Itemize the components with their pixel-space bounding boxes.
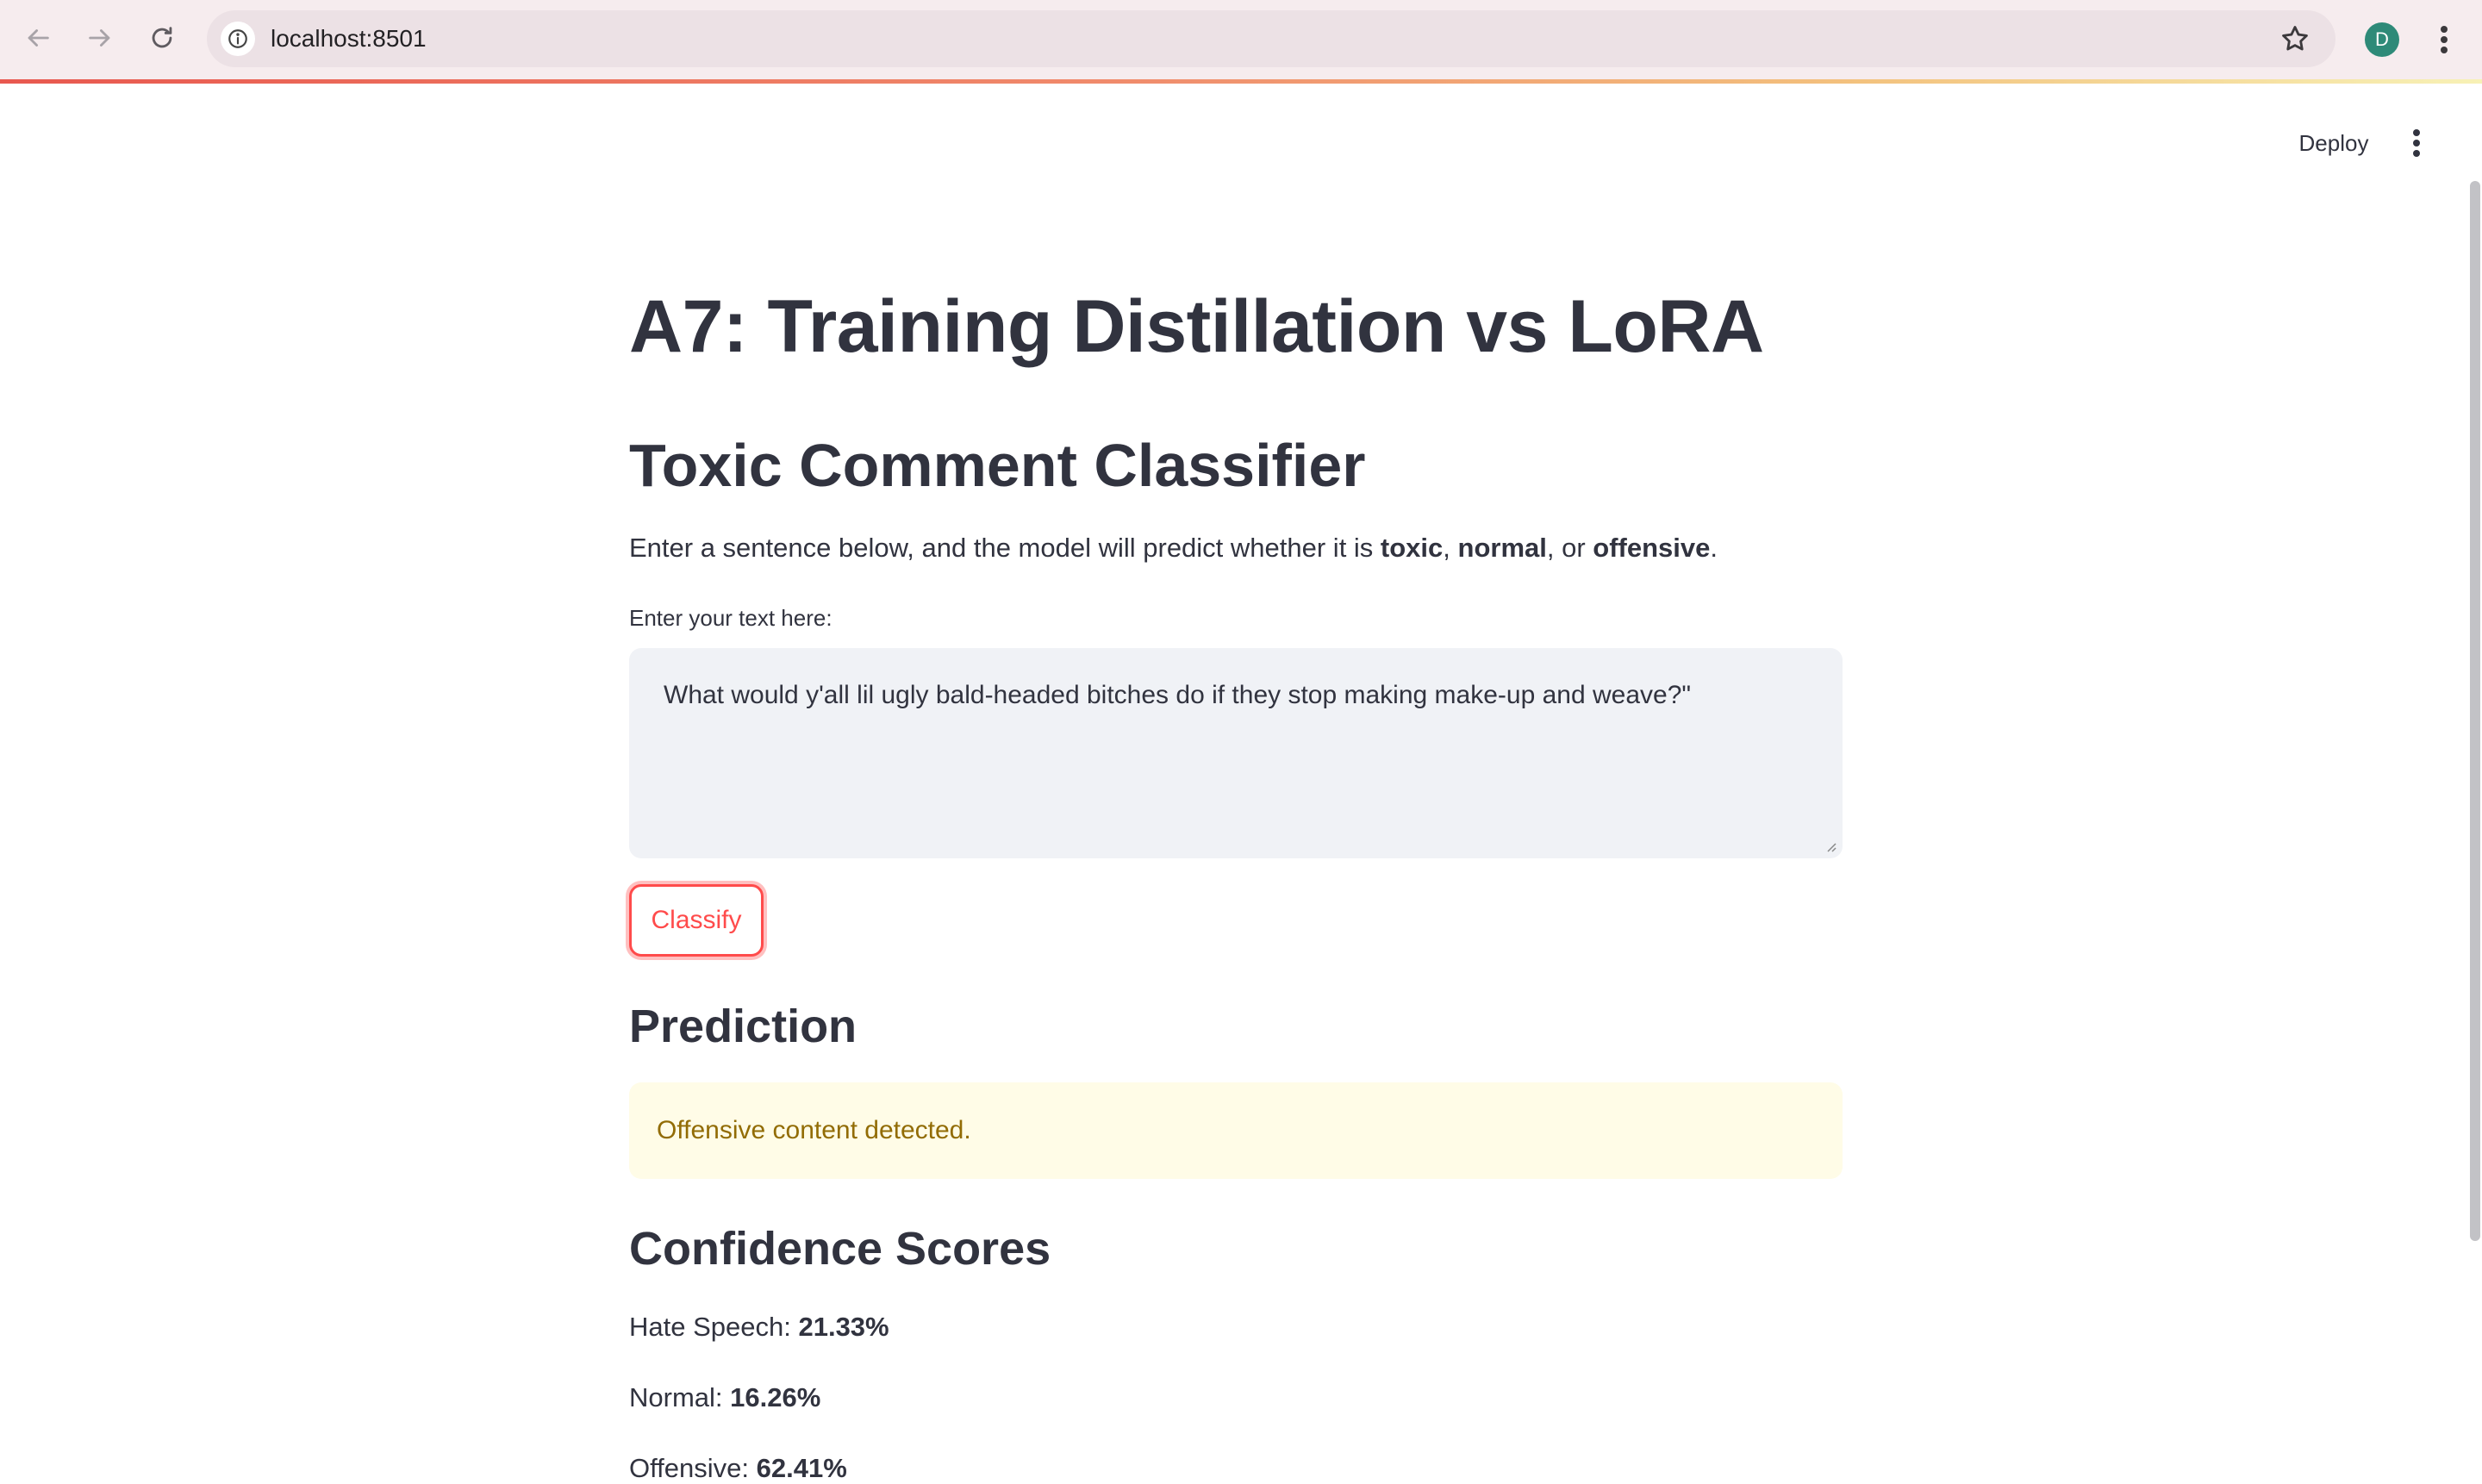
text-input-value[interactable]: What would y'all lil ugly bald-headed bi… [664, 681, 1691, 709]
score-value: 21.33% [798, 1312, 889, 1342]
section-title-classifier: Toxic Comment Classifier [629, 432, 1366, 499]
intro-sep-1: , [1443, 533, 1458, 563]
text-input[interactable]: What would y'all lil ugly bald-headed bi… [629, 648, 1843, 858]
loading-stripe [0, 79, 2482, 84]
intro-suffix: . [1710, 533, 1718, 563]
text-input-label: Enter your text here: [629, 605, 833, 631]
score-label: Offensive: [629, 1453, 757, 1483]
score-value: 62.41% [756, 1453, 847, 1483]
url-text[interactable]: localhost:8501 [271, 10, 427, 67]
deploy-button[interactable]: Deploy [2282, 122, 2385, 164]
score-offensive: Offensive: 62.41% [629, 1453, 847, 1484]
classify-button[interactable]: Classify [629, 884, 764, 957]
site-info-icon[interactable] [221, 22, 255, 56]
score-label: Hate Speech: [629, 1312, 799, 1342]
score-value: 16.26% [730, 1382, 821, 1412]
forward-arrow-icon[interactable] [79, 17, 121, 59]
browser-menu-icon[interactable] [2429, 19, 2460, 60]
intro-text: Enter a sentence below, and the model wi… [629, 533, 1718, 564]
address-bar[interactable]: localhost:8501 [207, 10, 2335, 67]
bookmark-star-icon[interactable] [2279, 22, 2311, 55]
browser-toolbar: localhost:8501 D [0, 0, 2482, 79]
intro-sep-2: , or [1546, 533, 1593, 563]
app-menu-icon[interactable] [2401, 122, 2432, 164]
scrollbar-thumb[interactable] [2470, 181, 2480, 1241]
score-label: Normal: [629, 1382, 731, 1412]
back-arrow-icon[interactable] [17, 17, 59, 59]
score-hate-speech: Hate Speech: 21.33% [629, 1312, 889, 1343]
page-title: A7: Training Distillation vs LoRA [629, 285, 1764, 368]
resize-handle-icon[interactable] [1824, 839, 1837, 853]
profile-avatar[interactable]: D [2365, 22, 2399, 57]
reload-icon[interactable] [141, 17, 183, 59]
prediction-heading: Prediction [629, 1001, 857, 1052]
intro-prefix: Enter a sentence below, and the model wi… [629, 533, 1381, 563]
score-normal: Normal: 16.26% [629, 1382, 820, 1413]
intro-offensive: offensive [1593, 533, 1711, 563]
intro-toxic: toxic [1380, 533, 1444, 563]
prediction-alert: Offensive content detected. [629, 1082, 1843, 1179]
confidence-heading: Confidence Scores [629, 1223, 1051, 1275]
intro-normal: normal [1457, 533, 1547, 563]
